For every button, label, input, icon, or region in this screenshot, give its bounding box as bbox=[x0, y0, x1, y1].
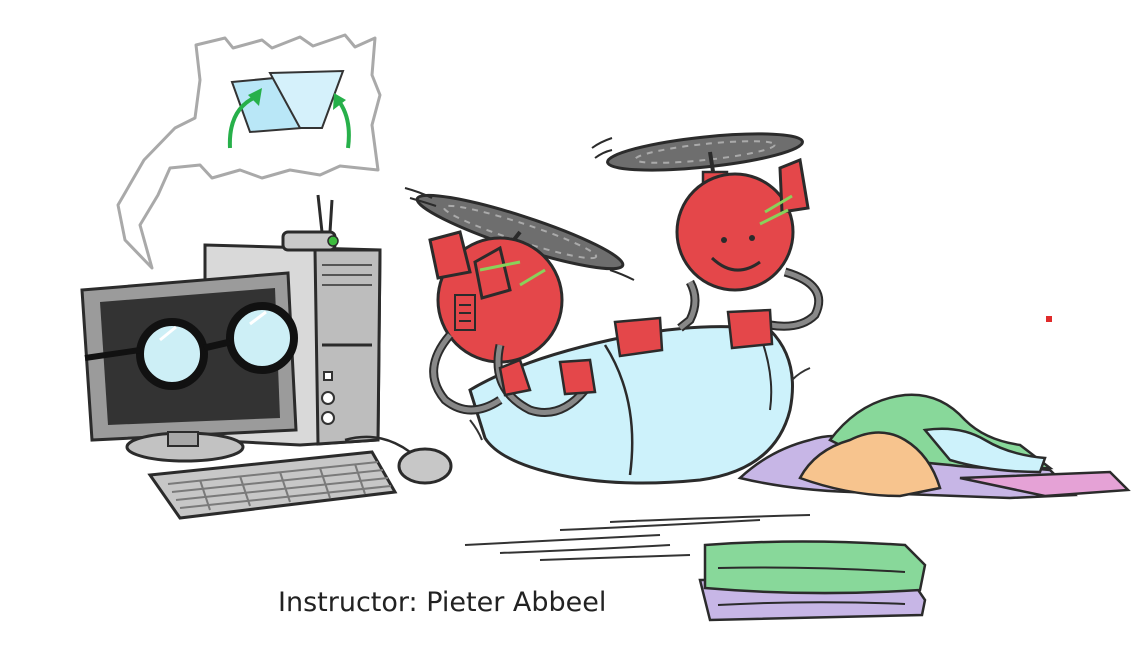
folded-towels bbox=[698, 540, 927, 622]
slide-illustration bbox=[80, 33, 1131, 622]
cursor-dot bbox=[1046, 316, 1052, 322]
laundry-pile bbox=[737, 393, 1131, 500]
instructor-caption: Instructor: Pieter Abbeel bbox=[278, 587, 607, 618]
computer-monitor bbox=[80, 271, 298, 463]
helicopter-robot-right bbox=[591, 132, 824, 358]
thought-bubble bbox=[116, 33, 382, 270]
